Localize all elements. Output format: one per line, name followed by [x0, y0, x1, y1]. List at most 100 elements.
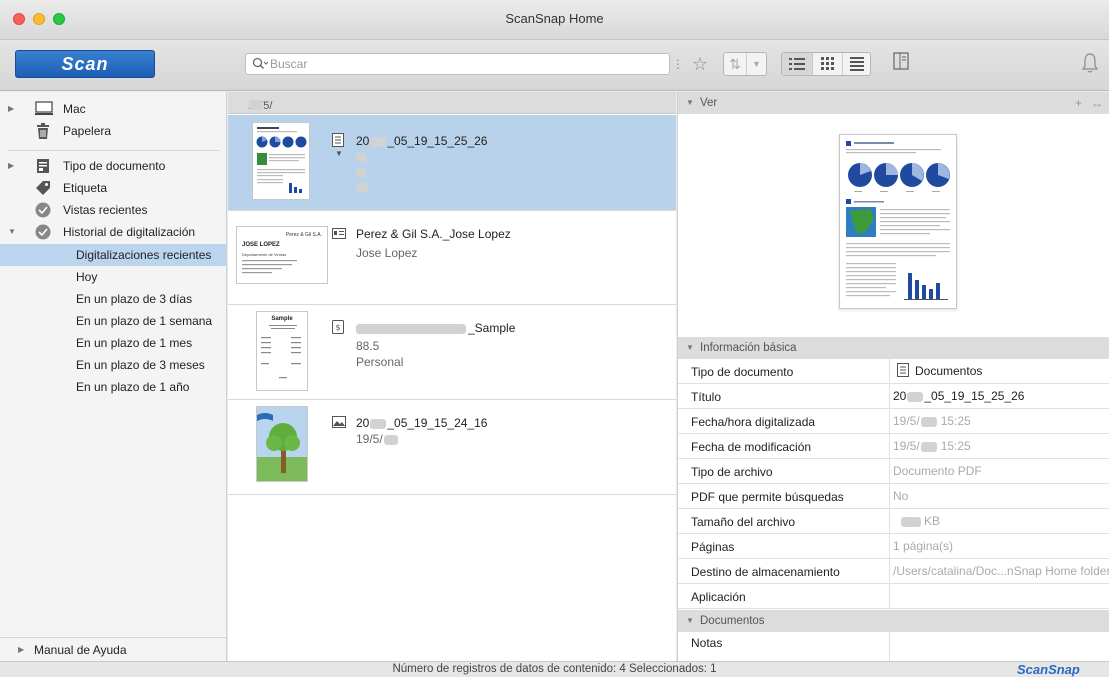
- prop-row-title: Título 20 _05_19_15_25_26: [678, 384, 1109, 409]
- prop-row-storage: Destino de almacenamiento /Users/catalin…: [678, 559, 1109, 584]
- sidebar-item-trash[interactable]: Papelera: [0, 120, 226, 142]
- item-title: 20 _05_19_15_25_26: [356, 134, 488, 148]
- bell-icon[interactable]: [1078, 52, 1102, 76]
- sidebar-item-1-month[interactable]: En un plazo de 1 mes: [0, 332, 226, 354]
- business-card-thumbnail: Perez & Gil S.A. JOSE LOPEZ Departamento…: [236, 226, 328, 284]
- prop-value-application[interactable]: [889, 584, 1109, 608]
- prop-key: Aplicación: [691, 590, 746, 604]
- prop-row-modified-date: Fecha de modificación 19/5/15:25: [678, 434, 1109, 459]
- grid-view-icon[interactable]: [812, 53, 842, 75]
- disclosure-down-icon[interactable]: ▼: [686, 610, 694, 632]
- status-text: Número de registros de datos de contenid…: [392, 663, 717, 675]
- chevron-down-icon[interactable]: ▼: [746, 53, 766, 75]
- help-manual-label: Manual de Ayuda: [34, 643, 127, 657]
- sidebar-item-label: Historial de digitalización: [63, 225, 196, 239]
- prop-key: PDF que permite búsquedas: [691, 490, 844, 504]
- disclosure-right-icon[interactable]: ▶: [8, 155, 14, 177]
- item-subtitle: 19/5/: [356, 432, 398, 446]
- sidebar-item-recent-scans[interactable]: Digitalizaciones recientes: [0, 244, 226, 266]
- prop-key: Título: [691, 390, 722, 404]
- sidebar-item-3-days[interactable]: En un plazo de 3 días: [0, 288, 226, 310]
- chevron-down-icon[interactable]: ▼: [335, 149, 343, 158]
- sidebar-item-scan-history[interactable]: ▼ Historial de digitalización: [0, 221, 226, 243]
- list-item[interactable]: Perez & Gil S.A. JOSE LOPEZ Departamento…: [228, 211, 676, 305]
- sidebar-item-1-week[interactable]: En un plazo de 1 semana: [0, 310, 226, 332]
- disclosure-down-icon[interactable]: ▼: [8, 221, 16, 243]
- prop-row-file-size: Tamaño del archivo KB: [678, 509, 1109, 534]
- disclosure-down-icon[interactable]: ▼: [686, 337, 694, 359]
- panel-toggle-icon[interactable]: [889, 52, 913, 76]
- list-group-header: 19/5/: [228, 92, 676, 114]
- svg-text:$: $: [335, 323, 340, 332]
- prop-value-title[interactable]: 20 _05_19_15_25_26: [889, 384, 1109, 408]
- receipt-icon: $: [332, 320, 344, 337]
- notes-field[interactable]: [889, 632, 1109, 661]
- detail-pane: ▼ Ver + ↔ ▼ Información básica Tipo de d…: [677, 92, 1109, 661]
- app-window: ScanSnap Home Scan ⋮ ☆ ⇅ ▼: [0, 0, 1109, 677]
- document-preview[interactable]: [678, 114, 1109, 336]
- trash-icon: [35, 123, 51, 139]
- fit-width-icon[interactable]: ↔: [1091, 92, 1103, 114]
- photo-thumbnail: [256, 406, 308, 482]
- prop-row-pages: Páginas 1 página(s): [678, 534, 1109, 559]
- sidebar-item-3-months[interactable]: En un plazo de 3 meses: [0, 354, 226, 376]
- prop-value-modified-date: 19/5/15:25: [889, 434, 1109, 458]
- blurred-text: [249, 100, 263, 110]
- item-title: _Sample: [356, 321, 515, 335]
- view-section-header[interactable]: ▼ Ver + ↔: [678, 92, 1109, 114]
- sidebar-item-label: Hoy: [76, 270, 98, 284]
- sort-control[interactable]: ⇅ ▼: [723, 52, 767, 76]
- list-item[interactable]: 20 _05_19_15_24_16 19/5/: [228, 400, 676, 495]
- documents-section-header[interactable]: ▼ Documentos: [678, 610, 1109, 632]
- computer-icon: [35, 101, 53, 117]
- sidebar-item-label: En un plazo de 1 mes: [76, 336, 193, 350]
- sidebar-item-1-year[interactable]: En un plazo de 1 año: [0, 376, 226, 398]
- sidebar-item-label: En un plazo de 3 meses: [76, 358, 205, 372]
- prop-key: Tipo de documento: [691, 365, 794, 379]
- list-item[interactable]: Sample $ _Sample 88.5 Personal: [228, 305, 676, 400]
- prop-value-pages: 1 página(s): [889, 534, 1109, 558]
- detail-view-icon[interactable]: [842, 53, 871, 75]
- sidebar-item-label: Tipo de documento: [63, 159, 166, 173]
- document-icon: [332, 133, 344, 150]
- zoom-in-icon[interactable]: +: [1075, 92, 1082, 114]
- basic-info-section-header[interactable]: ▼ Información básica: [678, 337, 1109, 359]
- prop-row-document-type: Tipo de documento Documentos: [678, 359, 1109, 384]
- view-mode-switch[interactable]: [781, 52, 871, 76]
- search-box[interactable]: [245, 53, 670, 75]
- prop-value-storage: /Users/catalina/Doc...nSnap Home folder: [889, 559, 1109, 583]
- prop-key: Fecha/hora digitalizada: [691, 415, 816, 429]
- sidebar-item-label: En un plazo de 3 días: [76, 292, 193, 306]
- item-title: Perez & Gil S.A._Jose Lopez: [356, 227, 511, 241]
- sidebar-item-recent-views[interactable]: Vistas recientes: [0, 199, 226, 221]
- sidebar-divider: [8, 150, 220, 151]
- disclosure-down-icon[interactable]: ▼: [686, 92, 694, 114]
- sidebar-item-label: Etiqueta: [63, 181, 108, 195]
- star-icon[interactable]: ☆: [688, 52, 712, 76]
- prop-value-document-type[interactable]: Documentos: [889, 359, 1109, 383]
- title-bar: ScanSnap Home: [0, 0, 1109, 40]
- prop-key: Destino de almacenamiento: [691, 565, 840, 579]
- sidebar-item-tag[interactable]: Etiqueta: [0, 177, 226, 199]
- disclosure-right-icon[interactable]: ▶: [8, 98, 14, 120]
- document-type-icon: [35, 158, 51, 174]
- sidebar: ▶ Mac Papelera ▶ Tipo de documento Etiqu…: [0, 92, 227, 661]
- sidebar-item-today[interactable]: Hoy: [0, 266, 226, 288]
- sidebar-item-help-manual[interactable]: ▶ Manual de Ayuda: [0, 637, 226, 661]
- section-label: Documentos: [700, 615, 765, 627]
- receipt-thumbnail: Sample: [256, 311, 308, 391]
- sort-icon[interactable]: ⇅: [724, 53, 746, 75]
- sidebar-item-mac[interactable]: ▶ Mac: [0, 98, 226, 120]
- search-input[interactable]: [270, 56, 660, 72]
- prop-row-application: Aplicación: [678, 584, 1109, 609]
- prop-row-file-type: Tipo de archivo Documento PDF: [678, 459, 1109, 484]
- toolbar: Scan ⋮ ☆ ⇅ ▼: [0, 40, 1109, 91]
- blurred-text: [356, 183, 368, 192]
- blurred-text: [356, 153, 366, 162]
- list-view-icon[interactable]: [782, 53, 812, 75]
- scan-button[interactable]: Scan: [15, 50, 155, 78]
- list-item[interactable]: ▼ 20 _05_19_15_25_26: [228, 115, 676, 211]
- sidebar-item-label: En un plazo de 1 año: [76, 380, 190, 394]
- disclosure-right-icon[interactable]: ▶: [18, 638, 24, 662]
- sidebar-item-document-type[interactable]: ▶ Tipo de documento: [0, 155, 226, 177]
